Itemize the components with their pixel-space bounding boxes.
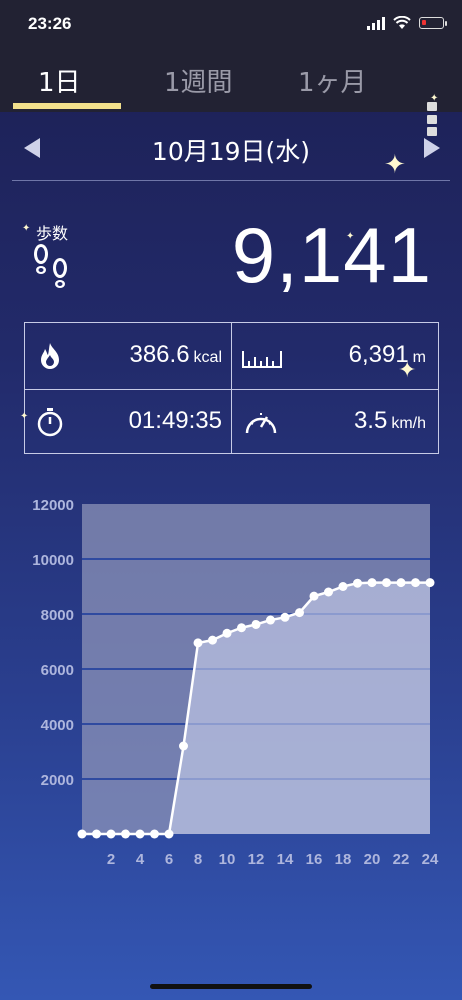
x-tick-label: 10: [219, 851, 236, 868]
sparkle-icon: ✦: [346, 231, 355, 242]
sparkle-icon: ✦: [20, 411, 29, 422]
data-point: [106, 829, 116, 839]
data-point: [121, 829, 130, 839]
data-point: [251, 619, 261, 629]
stats-panel: 386.6 kcal 6,391 m 01:49:35 3.5 km/h: [24, 322, 439, 454]
home-indicator[interactable]: [150, 984, 312, 989]
y-tick-label: 8000: [41, 607, 74, 624]
x-tick-label: 14: [277, 851, 294, 868]
y-tick-label: 12000: [32, 497, 74, 514]
active-tab-indicator: [13, 103, 121, 109]
x-tick-label: 22: [393, 851, 410, 868]
x-tick-label: 12: [248, 851, 265, 868]
next-day-arrow-icon[interactable]: [424, 138, 440, 158]
calories-number: 386.6: [129, 341, 190, 368]
data-point: [150, 829, 159, 839]
sparkle-icon: ✦: [22, 223, 31, 234]
steps-chart-svg: 200040006000800010000120002 4 6 8 10 12 14 16 18…: [32, 497, 439, 868]
footprints-icon: [34, 244, 67, 288]
battery-icon: [419, 17, 447, 29]
x-tick-label: 2: [107, 851, 115, 868]
calories-value: 386.6 kcal: [129, 341, 222, 369]
calories-unit: kcal: [193, 349, 222, 366]
data-point: [237, 623, 246, 633]
y-tick-label: 4000: [41, 717, 74, 734]
data-point: [338, 582, 348, 591]
data-point: [208, 635, 217, 645]
duration-value: 01:49:35: [129, 407, 222, 435]
sparkle-icon: ✦: [384, 150, 406, 180]
ruler-icon: [242, 351, 282, 368]
steps-label: 歩数: [36, 224, 69, 243]
signal-icon: [367, 16, 385, 30]
data-point: [396, 578, 406, 588]
y-tick-label: 6000: [41, 662, 74, 679]
y-tick-label: 2000: [41, 772, 74, 789]
data-point: [411, 578, 420, 588]
x-tick-label: 18: [335, 851, 352, 868]
data-point: [280, 612, 290, 622]
data-point: [425, 578, 435, 588]
data-point: [353, 578, 362, 588]
duration-number: 01:49:35: [128, 407, 222, 434]
data-point: [309, 591, 319, 601]
x-tick-label: 6: [165, 851, 173, 868]
wifi-icon: [393, 16, 411, 29]
tab-week[interactable]: 1週間: [164, 62, 233, 99]
data-point: [324, 587, 333, 597]
data-point: [179, 741, 188, 751]
sparkle-icon: ✦: [430, 93, 439, 104]
sparkle-icon: ✦: [398, 358, 417, 383]
y-tick-label: 10000: [32, 552, 74, 569]
tab-day[interactable]: 1日: [38, 62, 81, 99]
data-point: [193, 638, 203, 648]
data-point: [92, 829, 101, 839]
data-point: [222, 628, 232, 638]
stopwatch-icon: [37, 408, 63, 437]
data-point: [382, 578, 391, 588]
data-point: [135, 829, 145, 839]
x-tick-label: 4: [136, 851, 145, 868]
x-tick-label: 20: [364, 851, 381, 868]
speed-unit: km/h: [391, 415, 426, 432]
data-point: [77, 829, 87, 839]
x-tick-label: 8: [194, 851, 202, 868]
speed-number: 3.5: [353, 407, 388, 434]
flame-icon: [41, 343, 59, 369]
steps-chart: 2000 4000 6000 8000 10000 12000 2 4 6 8 10 12 14 16 18…: [0, 490, 462, 870]
data-point: [295, 608, 304, 618]
data-point: [367, 578, 377, 588]
speed-value: 3.5 km/h: [354, 407, 426, 435]
data-point: [164, 829, 174, 839]
x-tick-label: 24: [422, 851, 439, 868]
tab-month[interactable]: 1ヶ月: [298, 62, 367, 99]
status-time: 23:26: [28, 14, 72, 33]
data-point: [266, 615, 275, 625]
status-bar: 23:26: [0, 0, 462, 50]
steps-count: 9,141: [231, 211, 432, 299]
status-icons: [367, 16, 447, 30]
divider: [12, 180, 450, 181]
speedometer-icon: [245, 413, 277, 434]
x-tick-label: 16: [306, 851, 323, 868]
